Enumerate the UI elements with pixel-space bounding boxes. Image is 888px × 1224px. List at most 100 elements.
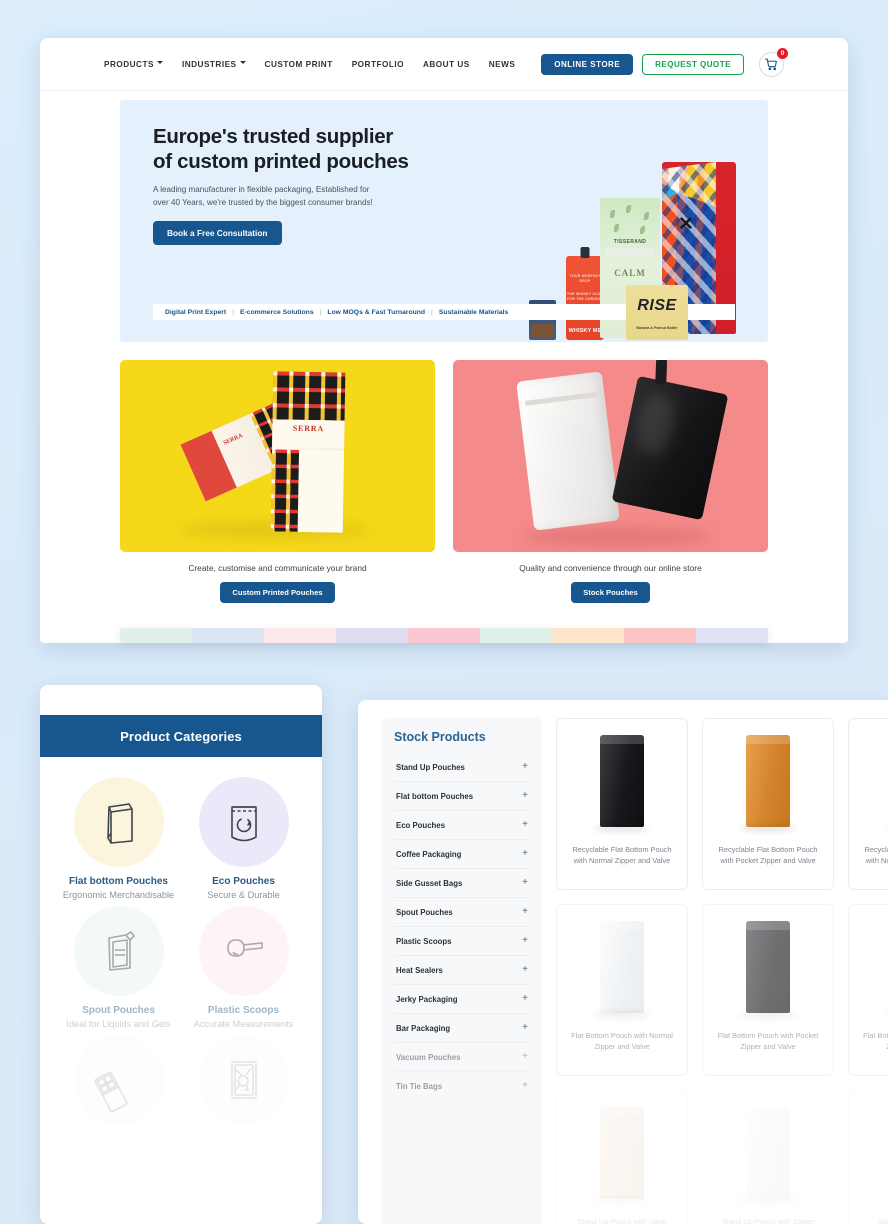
stock-pouches-button[interactable]: Stock Pouches	[571, 582, 650, 603]
stock-product-card[interactable]: Recyclable Flat Bottom Pouch with Normal…	[556, 718, 688, 890]
stock-product-caption: Flat Bottom Pouch with Pocket Zipper and…	[717, 1031, 819, 1051]
plus-icon[interactable]: +	[522, 878, 528, 888]
pouch-gloss	[632, 391, 679, 458]
colour-swatch	[120, 628, 192, 643]
stock-category-plastic-scoops[interactable]: Plastic Scoops +	[394, 927, 530, 956]
stock-products-grid: Recyclable Flat Bottom Pouch with Normal…	[556, 718, 888, 1224]
stock-product-card[interactable]: Flat Bottom Pouch with Normal Zipper and…	[848, 904, 888, 1076]
category-item-5[interactable]	[183, 1035, 304, 1134]
whisky-brand: WHISKY ME	[568, 328, 602, 334]
nav-actions: ONLINE STORE REQUEST QUOTE 0	[541, 47, 788, 77]
rise-title: RISE	[637, 297, 677, 314]
stock-products-sidebar: Stock Products Stand Up Pouches + Flat bot…	[382, 718, 542, 1224]
stock-product-card[interactable]: Stand Up Pouch with Valve	[556, 1090, 688, 1224]
plus-icon[interactable]: +	[522, 849, 528, 859]
feature-caption-stock: Quality and convenience through our onli…	[519, 563, 702, 573]
stock-product-caption: Flat Bottom Pouch with Normal Zipper and…	[863, 1031, 888, 1051]
request-quote-button[interactable]: REQUEST QUOTE	[642, 53, 744, 75]
colour-swatch	[192, 628, 264, 643]
category-title: Flat bottom Pouches	[69, 876, 168, 887]
strip-separator: |	[431, 308, 433, 316]
nav-link-custom-print[interactable]: CUSTOM PRINT	[265, 60, 333, 69]
plus-icon[interactable]: +	[522, 820, 528, 830]
stock-category-jerky-packaging[interactable]: Jerky Packaging +	[394, 985, 530, 1014]
category-subtitle: Secure & Durable	[207, 890, 280, 900]
plus-icon[interactable]: +	[522, 762, 528, 772]
stock-category-bar-packaging[interactable]: Bar Packaging +	[394, 1014, 530, 1043]
custom-printed-pouches-button[interactable]: Custom Printed Pouches	[220, 582, 335, 603]
hero-usp-item: Digital Print Expert	[165, 308, 227, 316]
stock-product-card[interactable]: Recyclable Flat Bottom Pouch with Normal…	[848, 718, 888, 890]
pouch-illustration	[746, 921, 790, 1013]
nav-link-label: ABOUT US	[422, 59, 470, 69]
stock-category-tin-tie-bags[interactable]: Tin Tie Bags +	[394, 1072, 530, 1100]
stock-category-heat-sealers[interactable]: Heat Sealers +	[394, 956, 530, 985]
nav-link-about-us[interactable]: ABOUT US	[423, 60, 470, 69]
stock-category-side-gusset-bags[interactable]: Side Gusset Bags +	[394, 869, 530, 898]
stock-category-flat-bottom-pouches[interactable]: Flat bottom Pouches +	[394, 782, 530, 811]
pouch-zipper	[524, 391, 599, 406]
strip-separator: |	[319, 308, 322, 316]
stock-product-caption: Recyclable Flat Bottom Pouch with Normal…	[572, 845, 672, 865]
category-item-spout-pouches[interactable]: Spout Pouches Ideal for Liquids and Gels	[58, 906, 179, 1029]
category-title: Spout Pouches	[82, 1005, 155, 1016]
stock-product-image	[738, 917, 798, 1022]
stock-category-coffee-packaging[interactable]: Coffee Packaging +	[394, 840, 530, 869]
stock-category-label: Vacuum Pouches	[396, 1052, 461, 1062]
nav-links: PRODUCTS INDUSTRIES CUSTOM PRINT PORTFOLIO A…	[104, 60, 515, 69]
hero-whisky-pouch: YOUR MONTHLY DROP THE WHISKY CLUB FOR TH…	[566, 247, 604, 340]
plus-icon[interactable]: +	[522, 965, 528, 975]
plus-icon[interactable]: +	[522, 1052, 528, 1062]
plus-icon[interactable]: +	[522, 994, 528, 1004]
colour-swatch-strip	[120, 628, 768, 643]
stock-product-image	[884, 917, 888, 1022]
plus-icon[interactable]: +	[522, 1023, 528, 1033]
stand-up-pouches-pink-photo[interactable]	[453, 360, 768, 552]
stock-product-card[interactable]: Recyclable Flat Bottom Pouch with Pocket…	[702, 718, 834, 890]
feature-caption-custom: Create, customise and communicate your b…	[188, 563, 367, 573]
stock-product-caption: Recyclable Flat Bottom Pouch with Pocket…	[718, 845, 818, 865]
white-stand-up-pouch	[516, 371, 620, 531]
nav-link-news[interactable]: NEWS	[489, 60, 516, 69]
stock-product-card[interactable]: Stand Up Pouch with Zipper	[702, 1090, 834, 1224]
pouch-illustration	[600, 735, 644, 827]
nav-link-industries[interactable]: INDUSTRIES	[182, 60, 246, 69]
hero-heading: Europe's trusted supplier of custom prin…	[153, 125, 409, 173]
plus-icon[interactable]: +	[522, 936, 528, 946]
plus-icon[interactable]: +	[522, 907, 528, 917]
category-item-eco-pouches[interactable]: Eco Pouches Secure & Durable	[183, 777, 304, 900]
stock-category-eco-pouches[interactable]: Eco Pouches +	[394, 811, 530, 840]
hero-text-block: Europe's trusted supplier of custom prin…	[153, 124, 413, 246]
flat-bottom-pouch-icon	[73, 777, 164, 867]
tisserand-band	[606, 248, 654, 256]
stock-product-card[interactable]: Flat Bottom Pouch with Normal Zipper and…	[556, 904, 688, 1076]
product-categories-grid: Flat bottom Pouches Ergonomic Merchandisa…	[40, 757, 322, 1134]
colour-swatch	[336, 628, 408, 643]
category-item-4[interactable]	[58, 1035, 179, 1134]
plus-icon[interactable]: +	[522, 1081, 528, 1091]
bag-top-pattern	[272, 371, 346, 421]
stock-product-card[interactable]: Flat Bottom Pouch with Pocket Zipper and…	[702, 904, 834, 1076]
stock-product-caption: Stand Up Pouch Kraft	[878, 1217, 888, 1224]
stock-category-spout-pouches[interactable]: Spout Pouches +	[394, 898, 530, 927]
category-subtitle: Accurate Measurements	[193, 1019, 294, 1029]
spout-cap-icon	[655, 360, 668, 385]
black-spout-pouch	[611, 360, 729, 521]
stock-category-stand-up-pouches[interactable]: Stand Up Pouches +	[394, 753, 530, 782]
cart-button[interactable]: 0	[759, 47, 788, 77]
nav-link-products[interactable]: PRODUCTS	[104, 60, 163, 69]
coffee-bags-yellow-photo[interactable]: SERRA SERRA	[120, 360, 435, 552]
nav-link-portfolio[interactable]: PORTFOLIO	[352, 60, 404, 69]
category-item-plastic-scoops[interactable]: Plastic Scoops Accurate Measurements	[183, 906, 304, 1029]
stock-product-card[interactable]: Stand Up Pouch Kraft	[848, 1090, 888, 1224]
hero-usp-item: Low MOQs & Fast Turnaround	[327, 308, 426, 316]
pouch-illustration	[600, 921, 644, 1013]
colour-swatch	[480, 628, 552, 643]
nav-link-label: PORTFOLIO	[351, 59, 404, 69]
plus-icon[interactable]: +	[522, 791, 528, 801]
category-item-flat-bottom-pouches[interactable]: Flat bottom Pouches Ergonomic Merchandisa…	[58, 777, 179, 900]
book-consultation-button[interactable]: Book a Free Consultation	[153, 221, 282, 246]
online-store-button[interactable]: ONLINE STORE	[541, 53, 634, 75]
stock-category-vacuum-pouches[interactable]: Vacuum Pouches +	[394, 1043, 530, 1072]
stock-product-image	[592, 731, 652, 836]
